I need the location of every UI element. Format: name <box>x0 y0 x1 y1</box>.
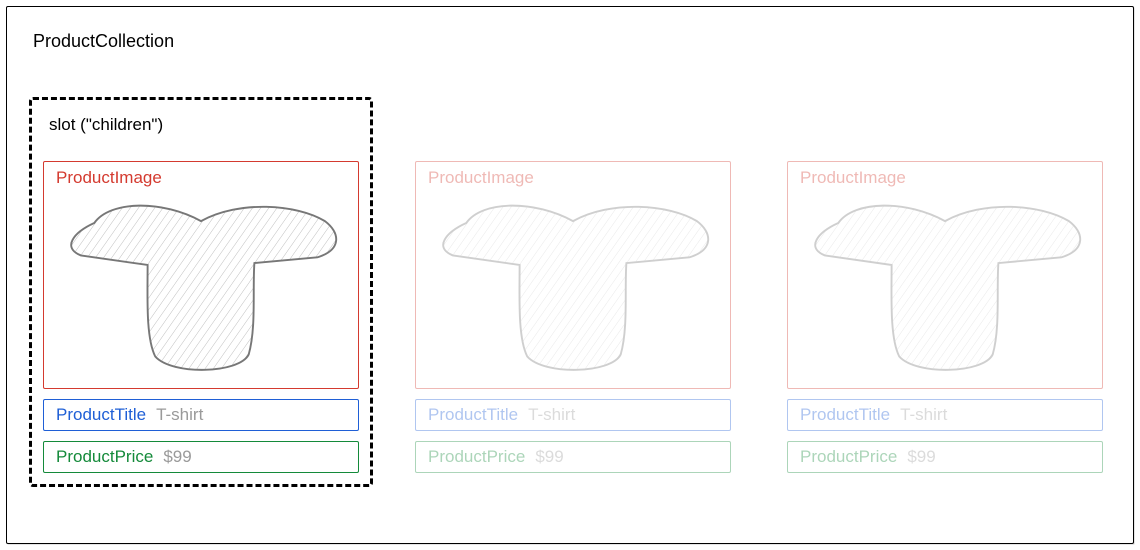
slot-label: slot ("children") <box>49 115 359 135</box>
tshirt-icon <box>430 190 716 380</box>
product-card: slot ("children") ProductImage Produc <box>773 97 1117 487</box>
product-title-value: T-shirt <box>156 405 203 425</box>
product-image-box: ProductImage <box>787 161 1103 389</box>
product-title-value: T-shirt <box>900 405 947 425</box>
product-title-box: ProductTitle T-shirt <box>415 399 731 431</box>
cards-row: slot ("children") ProductImage Produc <box>29 97 1117 487</box>
product-price-label: ProductPrice <box>428 447 525 467</box>
tshirt-icon <box>802 190 1088 380</box>
tshirt-icon <box>58 190 344 380</box>
product-title-label: ProductTitle <box>800 405 890 425</box>
product-title-label: ProductTitle <box>56 405 146 425</box>
product-title-box: ProductTitle T-shirt <box>43 399 359 431</box>
product-card: slot ("children") ProductImage Produc <box>401 97 745 487</box>
product-image-label: ProductImage <box>428 168 534 188</box>
product-collection-frame: ProductCollection slot ("children") Prod… <box>6 6 1134 544</box>
product-image-box: ProductImage <box>415 161 731 389</box>
product-title-box: ProductTitle T-shirt <box>787 399 1103 431</box>
product-price-value: $99 <box>163 447 191 467</box>
product-price-box: ProductPrice $99 <box>43 441 359 473</box>
product-price-label: ProductPrice <box>56 447 153 467</box>
product-price-value: $99 <box>907 447 935 467</box>
product-title-value: T-shirt <box>528 405 575 425</box>
product-image-box: ProductImage <box>43 161 359 389</box>
product-price-box: ProductPrice $99 <box>415 441 731 473</box>
product-price-label: ProductPrice <box>800 447 897 467</box>
product-image-label: ProductImage <box>56 168 162 188</box>
product-title-label: ProductTitle <box>428 405 518 425</box>
product-image-label: ProductImage <box>800 168 906 188</box>
collection-heading: ProductCollection <box>33 31 174 52</box>
product-card: slot ("children") ProductImage Produc <box>29 97 373 487</box>
product-price-value: $99 <box>535 447 563 467</box>
product-price-box: ProductPrice $99 <box>787 441 1103 473</box>
